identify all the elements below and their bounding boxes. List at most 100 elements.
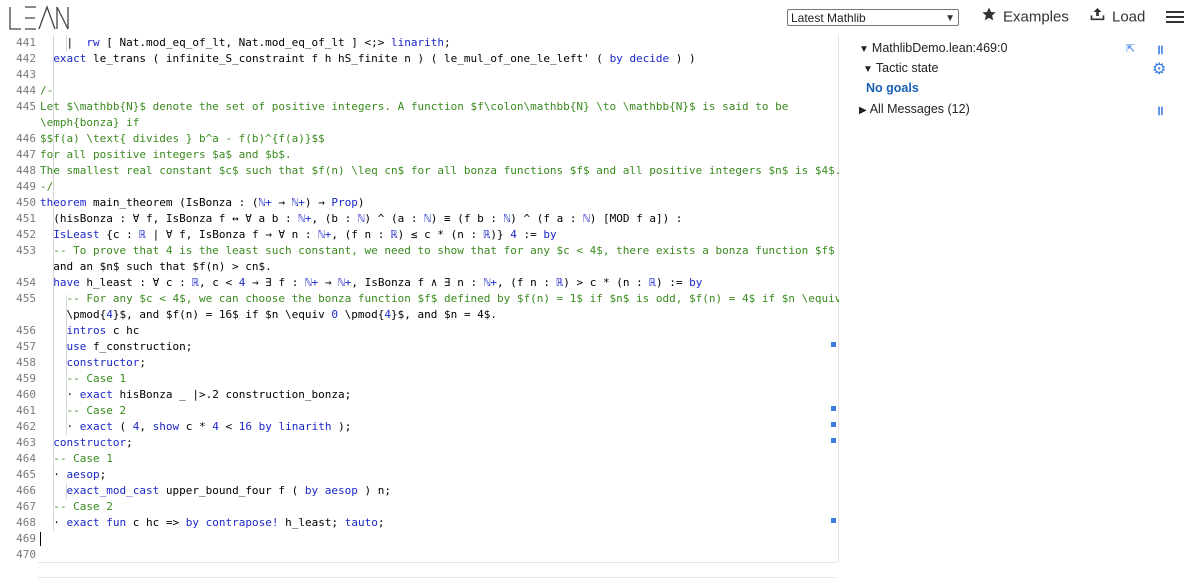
line-number: 449 bbox=[16, 180, 36, 193]
code-line[interactable]: 444 /- bbox=[0, 83, 838, 99]
line-number: 454 bbox=[16, 276, 36, 289]
infoview-panel: ▼ MathlibDemo.lean:469:0 ⇱ ॥ ▼ Tactic stat… bbox=[839, 35, 1200, 563]
code-line[interactable]: 467 -- Case 2 bbox=[0, 499, 838, 515]
code-line[interactable]: 448 The smallest real constant $c$ such t… bbox=[0, 163, 842, 179]
code-line[interactable]: 449 -/ bbox=[0, 179, 838, 195]
code-text: IsLeast {c : ℝ | ∀ f, IsBonza f → ∀ n : … bbox=[53, 228, 557, 241]
code-text: have h_least : ∀ c : ℝ, c < 4 → ∃ f : ℕ+… bbox=[53, 276, 703, 289]
line-number: 446 bbox=[16, 132, 36, 145]
line-number: 445 bbox=[16, 100, 36, 113]
line-number: 456 bbox=[16, 324, 36, 337]
current-line-highlight bbox=[38, 562, 836, 578]
code-line[interactable]: \pmod{4}$, and $f(n) = 16$ if $n \equiv … bbox=[0, 307, 838, 323]
code-text: -/ bbox=[40, 180, 54, 193]
code-line[interactable]: 446 $$f(a) \text{ divides } b^a - f(b)^{f… bbox=[0, 131, 838, 147]
tactic-state-row[interactable]: ▼ Tactic state bbox=[863, 59, 938, 77]
code-text: intros c hc bbox=[66, 324, 140, 337]
code-line[interactable]: 464 -- Case 1 bbox=[0, 451, 838, 467]
code-text: · exact fun c hc => by contrapose! h_lea… bbox=[40, 516, 385, 529]
code-text: · exact ( 4, show c * 4 < 16 by linarith… bbox=[40, 420, 352, 433]
code-line[interactable]: 453 -- To prove that 4 is the least such… bbox=[0, 243, 838, 259]
line-number: 468 bbox=[16, 516, 36, 529]
hamburger-menu-icon[interactable] bbox=[1166, 8, 1184, 26]
load-button[interactable]: Load bbox=[1089, 6, 1145, 28]
chevron-down-icon: ▼ bbox=[945, 13, 955, 24]
code-line[interactable]: 459 -- Case 1 bbox=[0, 371, 838, 387]
triangle-down-icon: ▼ bbox=[863, 64, 873, 75]
code-line[interactable]: 455 -- For any $c < 4$, we can choose th… bbox=[0, 291, 854, 307]
pin-icon[interactable]: ⇱ bbox=[1126, 42, 1135, 55]
line-number: 466 bbox=[16, 484, 36, 497]
code-line[interactable]: 457 use f_construction; bbox=[0, 339, 838, 355]
line-number: 460 bbox=[16, 388, 36, 401]
line-number: 442 bbox=[16, 52, 36, 65]
code-text: exact_mod_cast upper_bound_four f ( by a… bbox=[66, 484, 392, 497]
code-line[interactable]: 462 · exact ( 4, show c * 4 < 16 by lina… bbox=[0, 419, 838, 435]
line-number: 450 bbox=[16, 196, 36, 209]
code-text: for all positive integers $a$ and $b$. bbox=[40, 148, 292, 161]
code-text: \pmod{4}$, and $f(n) = 16$ if $n \equiv … bbox=[40, 308, 497, 321]
examples-label: Examples bbox=[1003, 8, 1069, 26]
code-text: Let $\mathbb{N}$ denote the set of posit… bbox=[40, 100, 789, 113]
gear-icon[interactable]: ⚙ bbox=[1152, 59, 1166, 79]
pause-icon[interactable]: ॥ bbox=[1156, 40, 1164, 58]
line-number: 467 bbox=[16, 500, 36, 513]
code-line[interactable]: 452 IsLeast {c : ℝ | ∀ f, IsBonza f → ∀ … bbox=[0, 227, 838, 243]
line-number: 452 bbox=[16, 228, 36, 241]
load-label: Load bbox=[1112, 8, 1146, 26]
code-line[interactable]: 447 for all positive integers $a$ and $b$… bbox=[0, 147, 838, 163]
code-line[interactable]: 456 intros c hc bbox=[0, 323, 838, 339]
code-line[interactable]: 451 (hisBonza : ∀ f, IsBonza f ↔ ∀ a b :… bbox=[0, 211, 838, 227]
scroll-marker bbox=[831, 438, 836, 443]
line-number: 443 bbox=[16, 68, 36, 81]
code-line[interactable]: and an $n$ such that $f(n) > cn$. bbox=[0, 259, 838, 275]
pause-icon[interactable]: ॥ bbox=[1156, 101, 1164, 119]
lean-logo[interactable] bbox=[8, 5, 70, 31]
code-line[interactable]: 442 exact le_trans ( infinite_S_constrai… bbox=[0, 51, 838, 67]
code-text: constructor; bbox=[53, 436, 133, 449]
code-line[interactable]: 470 bbox=[0, 547, 838, 563]
examples-button[interactable]: Examples bbox=[981, 6, 1069, 28]
code-line[interactable]: 468 · exact fun c hc => by contrapose! h… bbox=[0, 515, 838, 531]
code-text: (hisBonza : ∀ f, IsBonza f ↔ ∀ a b : ℕ+,… bbox=[40, 212, 683, 225]
code-text: constructor; bbox=[66, 356, 146, 369]
code-line[interactable]: 466 exact_mod_cast upper_bound_four f ( … bbox=[0, 483, 838, 499]
line-number: 470 bbox=[16, 548, 36, 561]
code-line[interactable]: 461 -- Case 2 bbox=[0, 403, 838, 419]
text-cursor bbox=[40, 532, 41, 546]
file-position: MathlibDemo.lean:469:0 bbox=[871, 41, 1008, 55]
code-line[interactable]: \emph{bonza} if bbox=[0, 115, 838, 131]
line-number: 469 bbox=[16, 532, 36, 545]
line-number: 441 bbox=[16, 36, 36, 49]
code-line[interactable]: 465 · aesop; bbox=[0, 467, 838, 483]
code-line[interactable]: 454 have h_least : ∀ c : ℝ, c < 4 → ∃ f … bbox=[0, 275, 838, 291]
code-line[interactable]: 445 Let $\mathbb{N}$ denote the set of po… bbox=[0, 99, 838, 115]
code-line[interactable]: 443 bbox=[0, 67, 838, 83]
line-number: 465 bbox=[16, 468, 36, 481]
code-text: · exact hisBonza _ |>.2 construction_bon… bbox=[40, 388, 352, 401]
all-messages-label: All Messages (12) bbox=[869, 102, 970, 116]
file-position-row[interactable]: ▼ MathlibDemo.lean:469:0 bbox=[859, 39, 1007, 57]
code-line[interactable]: 469 bbox=[0, 531, 838, 547]
line-number: 457 bbox=[16, 340, 36, 353]
all-messages-row[interactable]: ▶ All Messages (12) bbox=[859, 100, 970, 118]
project-select-value: Latest Mathlib bbox=[791, 11, 866, 25]
code-text: \emph{bonza} if bbox=[40, 116, 140, 129]
code-text: -- To prove that 4 is the least such con… bbox=[40, 244, 835, 257]
tactic-state-label: Tactic state bbox=[875, 61, 939, 75]
code-line[interactable]: 441 | rw [ Nat.mod_eq_of_lt, Nat.mod_eq_… bbox=[0, 35, 838, 51]
line-number: 462 bbox=[16, 420, 36, 433]
project-select[interactable]: Latest Mathlib ▼ bbox=[787, 9, 959, 26]
code-text: -- Case 2 bbox=[40, 500, 113, 513]
code-text: The smallest real constant $c$ such that… bbox=[40, 164, 842, 177]
code-text: use f_construction; bbox=[66, 340, 193, 353]
triangle-right-icon: ▶ bbox=[859, 105, 867, 116]
code-line[interactable]: 458 constructor; bbox=[0, 355, 838, 371]
code-editor[interactable]: 441 | rw [ Nat.mod_eq_of_lt, Nat.mod_eq_… bbox=[0, 35, 855, 578]
code-line[interactable]: 450 theorem main_theorem (IsBonza : (ℕ+ →… bbox=[0, 195, 838, 211]
line-number: 444 bbox=[16, 84, 36, 97]
code-line[interactable]: 460 · exact hisBonza _ |>.2 construction… bbox=[0, 387, 838, 403]
code-text: /- bbox=[40, 84, 54, 97]
code-text: -- For any $c < 4$, we can choose the bo… bbox=[40, 292, 855, 305]
code-line[interactable]: 463 constructor; bbox=[0, 435, 838, 451]
